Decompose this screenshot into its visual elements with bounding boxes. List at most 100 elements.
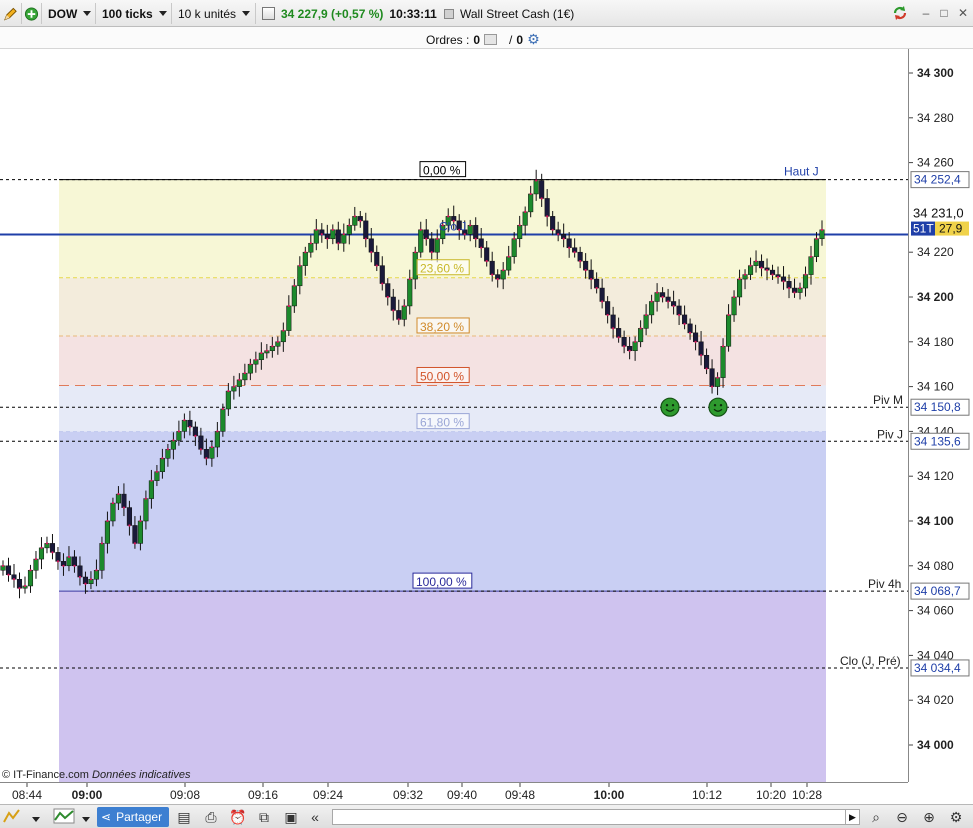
candle-body [363, 220, 369, 240]
candle-body [126, 507, 132, 526]
zoom-out-icon[interactable]: ⊖ [892, 808, 912, 826]
close-dot [699, 354, 703, 357]
close-dot [562, 237, 565, 240]
volume-select[interactable]: 10 k unités [172, 3, 256, 24]
share-label: Partager [116, 810, 163, 824]
close-dot [254, 358, 257, 361]
close-icon[interactable]: ✕ [955, 5, 971, 21]
close-dot [480, 246, 483, 249]
print-icon[interactable]: ⎙ [201, 808, 221, 826]
candle-body [808, 256, 814, 275]
chart-canvas[interactable]: 0,00 % 23,60 % 38,20 % 50,00 % 61,80 % 100,00… [0, 49, 908, 782]
close-dot [326, 237, 329, 240]
close-dot [122, 506, 126, 509]
orders-label: Ordres : [426, 32, 470, 47]
close-dot [557, 233, 560, 236]
candle-body [506, 256, 512, 271]
close-dot [84, 582, 87, 585]
time-tick-label: 09:16 [248, 788, 278, 802]
credit-source: © IT-Finance.com [2, 769, 89, 781]
properties-icon[interactable]: ▤ [174, 808, 194, 826]
close-dot [232, 385, 235, 388]
close-dot [183, 419, 186, 422]
close-dot [606, 313, 609, 317]
alert-icon[interactable]: ⏰ [228, 808, 248, 826]
candle-body [511, 238, 517, 257]
instrument-select[interactable]: DOW [42, 3, 96, 24]
minimize-icon[interactable]: – [918, 5, 934, 21]
candle-body [159, 458, 165, 472]
close-dot [650, 300, 653, 303]
zoom-fit-icon[interactable]: ⌕ [866, 808, 886, 826]
candle-body [341, 234, 347, 244]
time-tick-label: 10:20 [756, 788, 786, 802]
pencil-icon[interactable] [0, 3, 22, 24]
close-dot [776, 275, 780, 278]
close-dot [100, 542, 104, 545]
orders-image-icon[interactable] [484, 34, 498, 45]
candle-body [308, 242, 314, 253]
line-draw-icon[interactable] [2, 808, 22, 826]
share-button[interactable]: ⋖ Partager [97, 807, 169, 827]
scroll-right-arrow[interactable]: ▶ [845, 810, 859, 824]
chevron-down-icon[interactable] [30, 808, 42, 826]
time-axis[interactable]: 08:44 09:00 09:08 09:16 09:24 09:32 09:40 09:48… [0, 782, 908, 804]
candle-body [616, 328, 622, 338]
close-dot [798, 286, 802, 290]
close-dot [804, 273, 807, 276]
price-tick-label: 34 220 [917, 245, 954, 259]
candle-body [621, 337, 627, 347]
window-icon[interactable]: ⧉ [254, 808, 274, 826]
price-axis[interactable]: 34 300 34 280 34 260 34 220 34 200 34 180 34 1… [908, 49, 973, 782]
candle-body [220, 408, 226, 432]
close-dot [469, 224, 472, 227]
reference-line-label: Clo J [439, 220, 466, 234]
gear-icon[interactable]: ⚙ [527, 31, 540, 48]
time-tick-label: 09:08 [170, 788, 200, 802]
time-tick-label: 10:00 [594, 788, 625, 802]
candle-body [429, 238, 435, 253]
candle-body [813, 238, 820, 257]
close-dot [315, 228, 318, 231]
candle-body [649, 301, 655, 316]
close-dot [364, 237, 367, 240]
candle-body [379, 265, 385, 284]
close-dot [150, 479, 153, 482]
time-tick-label: 09:24 [313, 788, 343, 802]
close-dot [601, 300, 604, 303]
candle-body [390, 296, 396, 311]
tick-count-label: 51T [913, 222, 934, 236]
add-instrument-icon[interactable] [22, 3, 42, 24]
candle-body [313, 229, 319, 244]
reference-line-label: Haut J [784, 165, 819, 179]
refresh-icon[interactable] [892, 5, 908, 21]
close-dot [155, 470, 159, 473]
candle-body [693, 332, 699, 343]
close-dot [672, 304, 675, 308]
zoom-in-icon[interactable]: ⊕ [919, 808, 939, 826]
close-dot [304, 251, 307, 254]
close-dot [260, 351, 263, 355]
close-dot [524, 210, 527, 213]
timeframe-select[interactable]: 100 ticks [96, 3, 172, 24]
horizontal-scrollbar[interactable]: ▶ [332, 809, 860, 825]
orders-bar: Ordres : 0 / 0 ⚙ [0, 27, 973, 49]
image-icon[interactable]: ▣ [281, 808, 301, 826]
price-chart[interactable]: 0,00 % 23,60 % 38,20 % 50,00 % 61,80 % 100,00… [0, 49, 908, 782]
close-dot [78, 575, 82, 579]
settings-icon[interactable]: ⚙ [946, 808, 966, 826]
candle-body [346, 225, 352, 235]
close-dot [67, 555, 71, 558]
close-dot [419, 228, 422, 231]
indicator-icon[interactable] [52, 808, 76, 826]
scroll-left-icon[interactable]: « [305, 808, 325, 826]
price-tick-label: 34 200 [917, 290, 954, 304]
price-tag-label: 34 068,7 [914, 584, 961, 598]
close-dot [529, 192, 532, 196]
maximize-icon[interactable]: □ [936, 5, 952, 21]
close-dot [513, 237, 516, 240]
chevron-down-icon[interactable] [80, 808, 92, 826]
close-dot [683, 322, 686, 325]
candle-body [720, 346, 726, 378]
candle-body [374, 251, 380, 266]
